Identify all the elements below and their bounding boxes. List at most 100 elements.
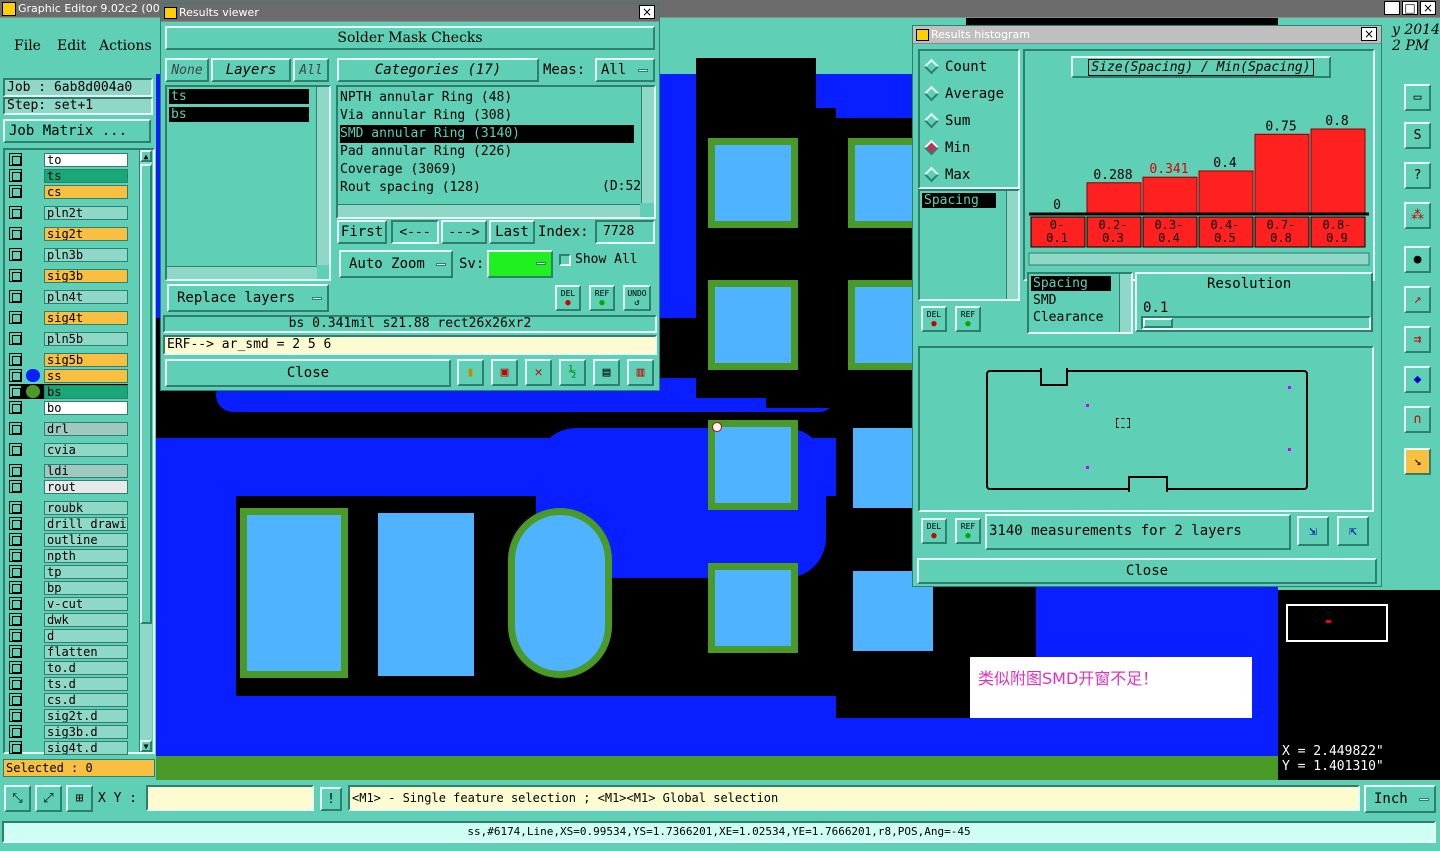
- layer-checkbox[interactable]: [9, 185, 22, 198]
- layer-checkbox[interactable]: [9, 549, 22, 562]
- ref-button[interactable]: REF ●: [589, 285, 615, 311]
- rv-layer-item[interactable]: ts: [169, 89, 309, 104]
- histogram-bar[interactable]: [1310, 128, 1366, 214]
- layer-color-dot[interactable]: [26, 597, 40, 610]
- first-button[interactable]: First: [337, 220, 387, 244]
- layer-checkbox[interactable]: [9, 613, 22, 626]
- layer-row[interactable]: roubk: [9, 500, 128, 515]
- measure-icon[interactable]: ↗: [1404, 286, 1431, 313]
- close-window-button[interactable]: ×: [1420, 1, 1436, 15]
- menu-edit[interactable]: Edit: [57, 38, 86, 54]
- layer-row[interactable]: pln5b: [9, 331, 128, 346]
- category-item[interactable]: Via annular Ring (308): [340, 107, 634, 125]
- report-icon[interactable]: ▣: [491, 359, 518, 386]
- layer-checkbox[interactable]: [9, 464, 22, 477]
- layer-row[interactable]: ts.d: [9, 676, 128, 691]
- notes-icon[interactable]: ▤: [593, 359, 620, 386]
- layer-checkbox[interactable]: [9, 501, 22, 514]
- layer-row[interactable]: cs.d: [9, 692, 128, 707]
- erase-icon[interactable]: ✕: [525, 359, 552, 386]
- layer-color-dot[interactable]: [26, 693, 40, 706]
- layer-row[interactable]: sig3b.d: [9, 724, 128, 739]
- layer-color-dot[interactable]: [26, 501, 40, 514]
- minimize-button[interactable]: _: [1384, 1, 1400, 15]
- s-curve-icon[interactable]: S: [1404, 122, 1431, 149]
- layer-row[interactable]: pln2t: [9, 205, 128, 220]
- layer-checkbox[interactable]: [9, 369, 22, 382]
- hist-list-item[interactable]: Spacing: [922, 193, 996, 208]
- layer-color-dot[interactable]: [26, 169, 40, 182]
- undo-button[interactable]: UNDO ↺: [623, 285, 651, 311]
- layer-row[interactable]: d: [9, 628, 128, 643]
- histogram-close-x[interactable]: ×: [1361, 27, 1377, 41]
- layer-row[interactable]: flatten: [9, 644, 128, 659]
- layer-color-dot[interactable]: [26, 422, 40, 435]
- del-button[interactable]: DEL ●: [555, 285, 581, 311]
- histogram-bar[interactable]: [1086, 182, 1142, 214]
- layer-checkbox[interactable]: [9, 565, 22, 578]
- maximize-button[interactable]: □: [1402, 1, 1418, 15]
- overview-map[interactable]: [1278, 590, 1440, 740]
- layer-row[interactable]: to: [9, 152, 128, 167]
- mode-radio-min[interactable]: Min: [920, 134, 1018, 161]
- hist-close-button[interactable]: Close: [917, 558, 1377, 584]
- layer-color-dot[interactable]: [26, 517, 40, 530]
- zoom-home-icon[interactable]: ⤡: [4, 785, 31, 812]
- layer-checkbox[interactable]: [9, 311, 22, 324]
- grid-icon[interactable]: ⊞: [66, 785, 93, 812]
- next-button[interactable]: --->: [441, 220, 487, 244]
- layer-color-dot[interactable]: [26, 385, 40, 398]
- excl-button[interactable]: !: [320, 787, 342, 811]
- category-item[interactable]: NPTH annular Ring (48): [340, 89, 634, 107]
- mode-radio-max[interactable]: Max: [920, 161, 1018, 188]
- rv-close-button[interactable]: Close: [165, 359, 451, 387]
- replace-layers-dropdown[interactable]: Replace layers: [167, 284, 329, 312]
- layer-color-dot[interactable]: [26, 565, 40, 578]
- layer-color-dot[interactable]: [26, 533, 40, 546]
- category-item[interactable]: Rout spacing (128): [340, 179, 634, 197]
- layer-checkbox[interactable]: [9, 693, 22, 706]
- hist-ref-button[interactable]: REF ●: [955, 306, 981, 332]
- layer-color-dot[interactable]: [26, 290, 40, 303]
- layer-row[interactable]: drl: [9, 421, 128, 436]
- layer-checkbox[interactable]: [9, 581, 22, 594]
- sv-color-dropdown[interactable]: [487, 250, 553, 278]
- layer-color-dot[interactable]: [26, 629, 40, 642]
- layers-button[interactable]: Layers: [211, 58, 291, 82]
- layer-checkbox[interactable]: [9, 645, 22, 658]
- layer-row[interactable]: pln3b: [9, 247, 128, 262]
- last-button[interactable]: Last: [489, 220, 535, 244]
- layer-row[interactable]: bs: [9, 384, 128, 399]
- layer-checkbox[interactable]: [9, 629, 22, 642]
- layer-color-dot[interactable]: [26, 677, 40, 690]
- layer-checkbox[interactable]: [9, 741, 22, 754]
- layer-row[interactable]: dwk: [9, 612, 128, 627]
- histogram-bar[interactable]: [1254, 133, 1310, 214]
- categories-button[interactable]: Categories (17): [337, 58, 539, 82]
- layer-checkbox[interactable]: [9, 661, 22, 674]
- none-button[interactable]: None: [165, 58, 209, 82]
- menu-file[interactable]: File: [14, 38, 41, 54]
- layer-checkbox[interactable]: [9, 290, 22, 303]
- chart-scrollbar[interactable]: [1028, 252, 1370, 266]
- layer-checkbox[interactable]: [9, 533, 22, 546]
- layer-row[interactable]: sig2t.d: [9, 708, 128, 723]
- layer-color-dot[interactable]: [26, 645, 40, 658]
- arc-icon[interactable]: ∩: [1404, 406, 1431, 433]
- layer-row[interactable]: cs: [9, 184, 128, 199]
- layer-color-dot[interactable]: [26, 185, 40, 198]
- menu-actions[interactable]: Actions: [99, 38, 152, 54]
- layer-color-dot[interactable]: [26, 709, 40, 722]
- layer-row[interactable]: pln4t: [9, 289, 128, 304]
- layer-row[interactable]: drill_drawi: [9, 516, 128, 531]
- help-icon[interactable]: ?: [1404, 162, 1431, 189]
- layer-row[interactable]: sig2t: [9, 226, 128, 241]
- view-icon[interactable]: ▭: [1404, 84, 1431, 111]
- layer-checkbox[interactable]: [9, 597, 22, 610]
- layer-row[interactable]: npth: [9, 548, 128, 563]
- histogram-icon[interactable]: ▥: [627, 359, 654, 386]
- board-preview[interactable]: [918, 346, 1374, 512]
- zoom-window-icon[interactable]: ⤢: [35, 785, 62, 812]
- layer-checkbox[interactable]: [9, 443, 22, 456]
- layer-color-dot[interactable]: [26, 248, 40, 261]
